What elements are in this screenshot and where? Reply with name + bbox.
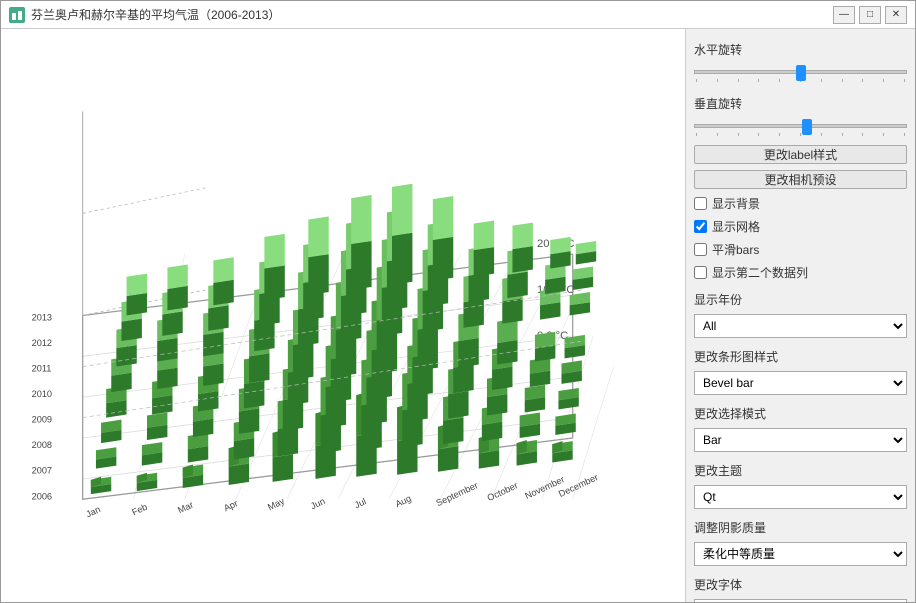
change-font-select-container: Times New Roman Arial Courier New Verdan… <box>694 599 907 602</box>
show-grid-row: 显示网格 <box>694 218 907 235</box>
show-grid-label: 显示网格 <box>712 218 760 235</box>
svg-text:2013: 2013 <box>32 313 52 323</box>
svg-text:2007: 2007 <box>32 466 52 476</box>
change-bar-style-label: 更改条形图样式 <box>694 348 907 365</box>
show-background-row: 显示背景 <box>694 195 907 212</box>
change-theme-select-container: Qt Primary Colors Digia Stone Moss Army … <box>694 485 907 509</box>
change-camera-preset-button[interactable]: 更改相机预设 <box>694 170 907 189</box>
sidebar: 水平旋转 <box>685 29 915 602</box>
3d-bar-chart: 20.0 °C 10.0 °C 0.0 °C Jan Feb Mar Apr M… <box>1 29 685 602</box>
svg-text:2008: 2008 <box>32 440 52 450</box>
change-theme-select[interactable]: Qt Primary Colors Digia Stone Moss Army … <box>694 485 907 509</box>
smooth-bars-label: 平滑bars <box>712 241 759 258</box>
change-selection-mode-select[interactable]: Bar Row Column None <box>694 428 907 452</box>
horizontal-rotation-slider[interactable] <box>694 64 907 85</box>
show-second-series-label: 显示第二个数据列 <box>712 264 808 281</box>
adjust-shadow-quality-label: 调整阴影质量 <box>694 519 907 536</box>
chart-area: 20.0 °C 10.0 °C 0.0 °C Jan Feb Mar Apr M… <box>1 29 685 602</box>
show-year-select[interactable]: All 2006 2007 2008 2009 2010 2011 2012 2… <box>694 314 907 338</box>
smooth-bars-row: 平滑bars <box>694 241 907 258</box>
adjust-shadow-quality-select[interactable]: 无阴影 基本质量 中等质量 高质量 柔化低质量 柔化中等质量 柔化高质量 <box>694 542 907 566</box>
svg-text:2011: 2011 <box>32 364 52 374</box>
change-bar-style-select[interactable]: Bevel bar Cylinder Cone Arrow <box>694 371 907 395</box>
minimize-button[interactable]: — <box>833 6 855 24</box>
window-title: 芬兰奥卢和赫尔辛基的平均气温（2006-2013） <box>31 6 280 23</box>
change-font-select[interactable]: Times New Roman Arial Courier New Verdan… <box>694 599 907 602</box>
svg-text:2009: 2009 <box>32 415 52 425</box>
change-bar-style-select-container: Bevel bar Cylinder Cone Arrow <box>694 371 907 395</box>
svg-text:2012: 2012 <box>32 338 52 348</box>
show-second-series-row: 显示第二个数据列 <box>694 264 907 281</box>
main-window: 芬兰奥卢和赫尔辛基的平均气温（2006-2013） — □ ✕ <box>0 0 916 603</box>
svg-text:2006: 2006 <box>32 491 52 501</box>
title-bar: 芬兰奥卢和赫尔辛基的平均气温（2006-2013） — □ ✕ <box>1 1 915 29</box>
show-grid-checkbox[interactable] <box>694 220 707 233</box>
vertical-rotation-label: 垂直旋转 <box>694 95 907 112</box>
show-background-label: 显示背景 <box>712 195 760 212</box>
show-year-select-container: All 2006 2007 2008 2009 2010 2011 2012 2… <box>694 314 907 338</box>
show-year-label: 显示年份 <box>694 291 907 308</box>
svg-text:2010: 2010 <box>32 389 52 399</box>
change-font-label: 更改字体 <box>694 576 907 593</box>
title-bar-left: 芬兰奥卢和赫尔辛基的平均气温（2006-2013） <box>9 6 280 23</box>
show-second-series-checkbox[interactable] <box>694 266 707 279</box>
horizontal-rotation-label: 水平旋转 <box>694 41 907 58</box>
change-label-style-button[interactable]: 更改label样式 <box>694 145 907 164</box>
close-button[interactable]: ✕ <box>885 6 907 24</box>
change-theme-label: 更改主题 <box>694 462 907 479</box>
change-selection-mode-label: 更改选择模式 <box>694 405 907 422</box>
adjust-shadow-quality-select-container: 无阴影 基本质量 中等质量 高质量 柔化低质量 柔化中等质量 柔化高质量 <box>694 542 907 566</box>
change-selection-mode-select-container: Bar Row Column None <box>694 428 907 452</box>
vertical-rotation-slider[interactable] <box>694 118 907 139</box>
maximize-button[interactable]: □ <box>859 6 881 24</box>
app-icon <box>9 7 25 23</box>
main-content: 20.0 °C 10.0 °C 0.0 °C Jan Feb Mar Apr M… <box>1 29 915 602</box>
window-controls: — □ ✕ <box>833 6 907 24</box>
show-background-checkbox[interactable] <box>694 197 707 210</box>
smooth-bars-checkbox[interactable] <box>694 243 707 256</box>
